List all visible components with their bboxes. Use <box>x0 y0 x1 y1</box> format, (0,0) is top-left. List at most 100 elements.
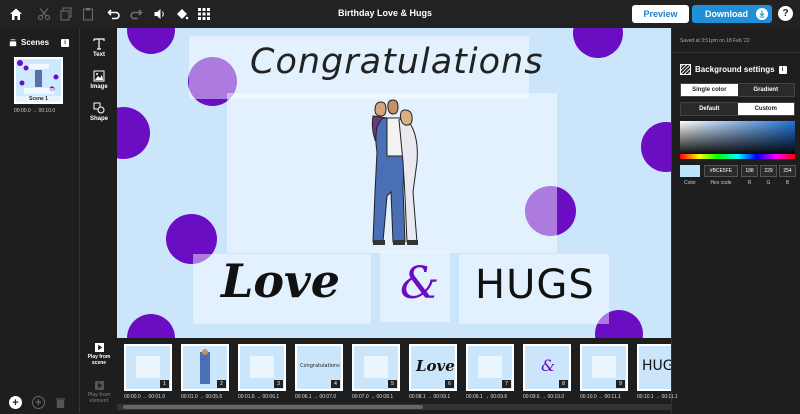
image-tool[interactable]: Image <box>81 70 117 90</box>
info-icon[interactable]: i <box>61 38 70 47</box>
hugs-text[interactable]: HUGS <box>475 262 595 308</box>
redo-icon[interactable] <box>126 4 146 24</box>
image-tool-label: Image <box>90 84 108 90</box>
undo-icon[interactable] <box>104 4 124 24</box>
scenes-title: Scenes <box>21 38 50 47</box>
divider <box>672 52 800 53</box>
timeline-clip[interactable]: 2 <box>181 344 229 391</box>
play-from-element-button[interactable]: Play from element <box>81 381 117 404</box>
top-toolbar: Birthday Love & Hugs Preview Download ? <box>0 0 800 28</box>
home-icon[interactable] <box>6 4 26 24</box>
clip-start: 00:09.6 <box>523 394 540 400</box>
scene-thumbnail[interactable]: Scene 1 <box>14 57 63 104</box>
b-input[interactable]: 254 <box>779 165 796 177</box>
love-text[interactable]: Love <box>221 254 340 308</box>
project-title[interactable]: Birthday Love & Hugs <box>300 8 470 18</box>
purple-dot[interactable] <box>127 28 175 54</box>
play-from-scene-button[interactable]: Play from scene <box>81 343 117 366</box>
hex-input[interactable]: #BCE5FE <box>704 165 738 177</box>
text-tool[interactable]: Text <box>81 38 117 58</box>
clip-time: 00:06.1 → 00:07.0 <box>295 394 337 400</box>
timeline-clip[interactable]: 9 <box>580 344 628 391</box>
clip-number: 8 <box>559 380 568 388</box>
clip-text-preview: Congratulations <box>300 363 340 369</box>
clip-start: 00:10.0 <box>580 394 597 400</box>
hex-label: Hex code <box>710 180 732 186</box>
timeline-clip[interactable]: Congratulations 4 <box>295 344 343 391</box>
saved-status: Saved at 3:51pm on 18 Feb '22 <box>680 38 750 44</box>
palette-mode-toggle: Default Custom <box>680 102 795 116</box>
grid-icon[interactable] <box>194 4 214 24</box>
ampersand-text[interactable]: & <box>400 258 439 309</box>
design-canvas[interactable]: Congratulations Love & HUGS <box>117 28 671 338</box>
clip-start: 00:08.1 <box>409 394 426 400</box>
clip-time: 00:01.6 → 00:06.1 <box>238 394 280 400</box>
timeline-clip[interactable]: Love 6 <box>409 344 457 391</box>
add-scene-icon[interactable]: + <box>9 396 22 409</box>
scene-duration: 00:00.0 → 00:10.0 <box>14 108 55 114</box>
timeline-scrollbar[interactable] <box>117 404 671 410</box>
shape-icon <box>93 102 105 114</box>
purple-dot[interactable] <box>117 107 150 159</box>
timeline-clip[interactable]: 7 <box>466 344 514 391</box>
color-picker-area[interactable] <box>680 121 795 156</box>
clip-time: 00:00.0 → 00:01.0 <box>124 394 166 400</box>
play-element-icon <box>94 381 104 390</box>
purple-dot[interactable] <box>127 314 175 338</box>
help-icon[interactable]: ? <box>778 6 793 21</box>
duplicate-scene-icon[interactable]: + <box>32 396 45 409</box>
clip-start: 00:10.1 <box>637 394 654 400</box>
scene-actions: + + <box>9 396 68 409</box>
timeline-clip[interactable]: 5 <box>352 344 400 391</box>
info-icon[interactable]: i <box>778 65 787 74</box>
g-label: G <box>766 180 771 186</box>
purple-dot[interactable] <box>573 28 623 58</box>
g-input[interactable]: 229 <box>760 165 777 177</box>
clip-end: 00:05.6 <box>205 394 223 400</box>
hue-slider[interactable] <box>680 154 795 159</box>
custom-option[interactable]: Custom <box>737 103 794 115</box>
shape-tool[interactable]: Shape <box>81 102 117 122</box>
clip-end: 00:06.1 <box>262 394 280 400</box>
clip-end: 00:10.0 <box>547 394 565 400</box>
paint-bucket-icon[interactable] <box>172 4 192 24</box>
clip-number: 5 <box>388 380 397 388</box>
timeline-clip[interactable]: & 8 <box>523 344 571 391</box>
preview-button[interactable]: Preview <box>632 5 689 23</box>
clip-time: 00:09.1 → 00:09.6 <box>466 394 508 400</box>
clip-time: 00:08.1 → 00:09.1 <box>409 394 451 400</box>
delete-scene-icon[interactable] <box>55 396 68 409</box>
timeline-clip[interactable]: 3 <box>238 344 286 391</box>
gradient-option[interactable]: Gradient <box>737 84 794 96</box>
timeline-clip[interactable]: HUG <box>637 344 671 391</box>
single-color-option[interactable]: Single color <box>681 84 738 96</box>
timeline: Play from scene Play from element 1 2 3 … <box>81 338 678 413</box>
color-swatch[interactable] <box>680 165 700 177</box>
scissors-icon[interactable] <box>34 4 54 24</box>
clip-end: 00:09.6 <box>490 394 508 400</box>
clip-number: 9 <box>616 380 625 388</box>
tools-panel: Text Image Shape <box>81 28 117 338</box>
couple-illustration[interactable] <box>353 92 433 252</box>
r-input[interactable]: 188 <box>741 165 758 177</box>
clip-start: 00:07.0 <box>352 394 369 400</box>
download-button[interactable]: Download <box>692 5 772 23</box>
clip-start: 00:01.6 <box>238 394 255 400</box>
clip-time: 00:10.0 → 00:11.1 <box>580 394 621 400</box>
scrollbar-thumb[interactable] <box>123 405 423 409</box>
clip-end: 00:09.1 <box>433 394 451 400</box>
paste-icon[interactable] <box>78 4 98 24</box>
default-option[interactable]: Default <box>681 103 738 115</box>
purple-dot[interactable] <box>641 122 671 172</box>
scenes-header: Scenes i <box>9 38 70 47</box>
clip-text-preview: & <box>541 356 556 375</box>
clip-number: 3 <box>274 380 283 388</box>
headline-text[interactable]: Congratulations <box>250 42 543 82</box>
play-icon <box>94 343 104 352</box>
copy-icon[interactable] <box>56 4 76 24</box>
clip-end: 00:07.0 <box>319 394 337 400</box>
play-from-element-label: Play from element <box>87 392 111 404</box>
volume-icon[interactable] <box>150 4 170 24</box>
clip-text-preview: Love <box>416 357 455 375</box>
timeline-clip[interactable]: 1 <box>124 344 172 391</box>
